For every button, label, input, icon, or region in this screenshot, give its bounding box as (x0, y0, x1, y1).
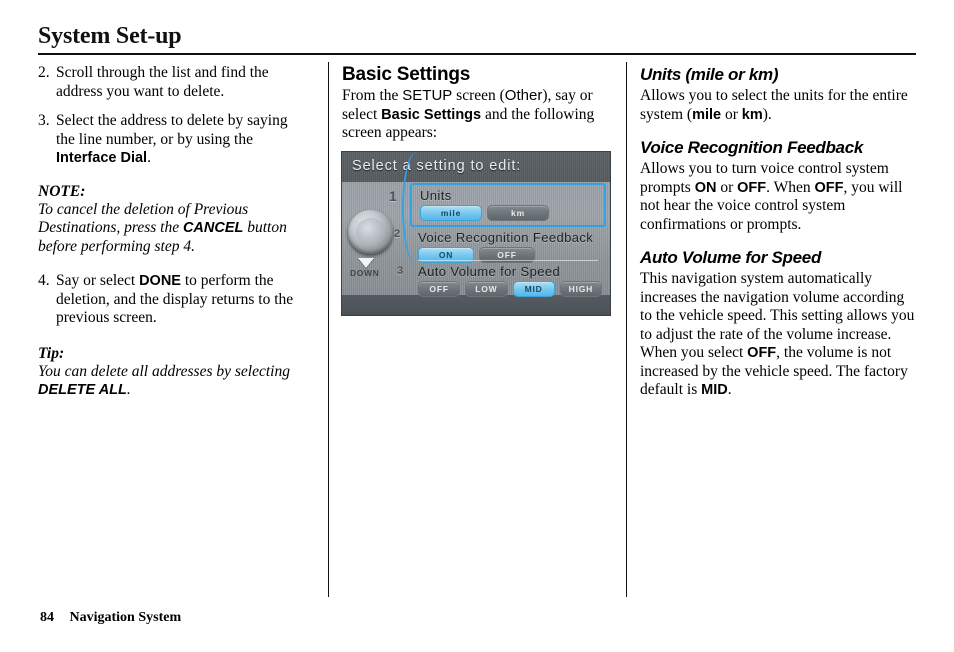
section-units: Units (mile or km) Allows you to select … (640, 64, 918, 124)
footer-section-name: Navigation System (69, 610, 182, 625)
column-divider-right (626, 62, 627, 597)
tip-block: Tip: You can delete all addresses by sel… (38, 344, 308, 400)
nav-row-units[interactable]: Units mile km (410, 182, 606, 227)
nav-row-units-label: Units (420, 187, 452, 203)
section-body-voice-recognition-feedback: Allows you to turn voice control system … (640, 160, 903, 233)
nav-button-km[interactable]: km (487, 204, 549, 221)
note-block: NOTE: To cancel the deletion of Previous… (38, 182, 308, 257)
interface-dial-inner (356, 217, 385, 246)
right-column: Units (mile or km) Allows you to select … (640, 64, 918, 400)
interface-dial-area: 1 2 3 DOWN (342, 182, 410, 295)
step-number: 2. (38, 64, 50, 81)
nav-button-volume-low[interactable]: LOW (465, 280, 508, 297)
left-column: 2. Scroll through the list and find the … (38, 64, 308, 400)
nav-button-volume-off[interactable]: OFF (418, 280, 461, 297)
dial-number-1: 1 (389, 187, 397, 204)
dial-number-3: 3 (397, 264, 404, 277)
basic-settings-intro: From the SETUP screen (Other), say or se… (342, 87, 595, 141)
nav-button-volume-mid[interactable]: MID (512, 280, 555, 297)
section-auto-volume-for-speed: Auto Volume for Speed This navigation sy… (640, 247, 918, 400)
page-title: System Set-up (38, 23, 182, 49)
note-text: To cancel the deletion of Previous Desti… (38, 200, 287, 255)
section-body-units: Allows you to select the units for the e… (640, 87, 908, 123)
nav-row-separator (418, 259, 598, 261)
step-number: 3. (38, 112, 50, 129)
nav-row-voice-recognition-feedback[interactable]: Voice Recognition Feedback ON OFF (418, 230, 602, 263)
list-item: 2. Scroll through the list and find the … (38, 64, 308, 101)
step-text: Scroll through the list and find the add… (56, 64, 269, 100)
nav-button-mile[interactable]: mile (420, 204, 482, 221)
section-body-auto-volume-for-speed: This navigation system automatically inc… (640, 270, 915, 398)
nav-row-auto-volume-for-speed[interactable]: Auto Volume for Speed OFF LOW MID HIGH (418, 264, 602, 297)
tip-text: You can delete all addresses by selectin… (38, 362, 290, 399)
middle-column: Basic Settings From the SETUP screen (Ot… (342, 64, 614, 315)
page-footer: 84 Navigation System (40, 610, 181, 626)
down-label: DOWN (350, 267, 380, 278)
nav-row-units-buttons: mile km (420, 204, 604, 221)
dial-number-2: 2 (394, 227, 401, 240)
header-rule (38, 53, 916, 55)
document-page: System Set-up 2. Scroll through the list… (0, 0, 954, 652)
nav-row-av-buttons: OFF LOW MID HIGH (418, 280, 602, 297)
section-heading-auto-volume-for-speed: Auto Volume for Speed (640, 248, 822, 267)
note-heading: NOTE: (38, 182, 86, 200)
section-heading-voice-recognition-feedback: Voice Recognition Feedback (640, 138, 864, 157)
column-divider-left (328, 62, 329, 597)
nav-row-vr-label: Voice Recognition Feedback (418, 229, 594, 245)
list-item: 4. Say or select DONE to perform the del… (38, 272, 308, 328)
page-header: System Set-up (38, 22, 916, 55)
tip-heading: Tip: (38, 344, 65, 362)
section-heading-basic-settings: Basic Settings (342, 64, 471, 85)
down-arrow-icon (358, 257, 374, 268)
footer-page-number: 84 (40, 610, 54, 625)
nav-row-av-label: Auto Volume for Speed (418, 263, 561, 279)
step-number: 4. (38, 272, 50, 289)
interface-dial-icon[interactable] (348, 209, 393, 254)
section-voice-recognition-feedback: Voice Recognition Feedback Allows you to… (640, 137, 918, 234)
step-text: Select the address to delete by saying t… (56, 112, 288, 166)
nav-screen-bottom-bar (342, 294, 610, 315)
navigation-screen-illustration: Select a setting to edit: 1 2 3 DOWN Uni… (342, 151, 610, 315)
section-heading-units: Units (mile or km) (640, 65, 779, 84)
nav-screen-title: Select a setting to edit: (352, 157, 522, 174)
step-text: Say or select DONE to perform the deleti… (56, 272, 294, 326)
nav-button-volume-high[interactable]: HIGH (559, 280, 602, 297)
list-item: 3. Select the address to delete by sayin… (38, 112, 308, 168)
